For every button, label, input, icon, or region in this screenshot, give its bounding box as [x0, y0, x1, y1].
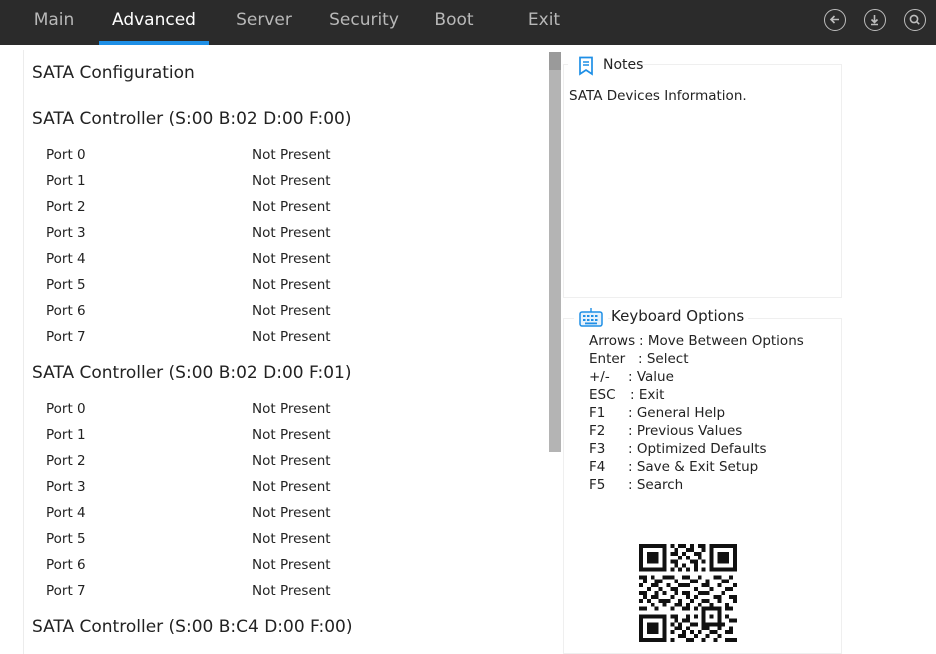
- port-status: Not Present: [252, 225, 331, 241]
- tab-exit[interactable]: Exit: [516, 0, 572, 45]
- port-status: Not Present: [252, 303, 331, 319]
- shortcut-key: Enter: [589, 351, 626, 367]
- shortcut-desc: : Optimized Defaults: [628, 441, 767, 457]
- shortcut-key: +/-: [589, 369, 610, 385]
- port-label: Port 3: [46, 225, 86, 241]
- port-status: Not Present: [252, 251, 331, 267]
- port-status: Not Present: [252, 583, 331, 599]
- tab-boot[interactable]: Boot: [424, 0, 484, 45]
- tab-security[interactable]: Security: [322, 0, 406, 45]
- shortcut-desc: : Select: [638, 351, 689, 367]
- port-label: Port 2: [46, 199, 86, 215]
- shortcut-desc: : Search: [628, 477, 684, 493]
- tab-server[interactable]: Server: [226, 0, 302, 45]
- port-status: Not Present: [252, 277, 331, 293]
- notes-title: Notes: [603, 57, 644, 73]
- shortcut-key: F1: [589, 405, 606, 421]
- shortcut-key: ESC: [589, 387, 616, 403]
- top-menu-bar: Main Advanced Server Security Boot Exit: [0, 0, 936, 45]
- port-status: Not Present: [252, 453, 331, 469]
- port-label: Port 1: [46, 173, 86, 189]
- scrollbar-cap: [549, 52, 561, 70]
- port-label: Port 5: [46, 277, 86, 293]
- shortcut-desc: : Save & Exit Setup: [628, 459, 759, 475]
- port-status: Not Present: [252, 557, 331, 573]
- qr-code: [639, 544, 737, 646]
- controller-title: SATA Controller (S:00 B:C4 D:00 F:00): [32, 617, 353, 637]
- tab-advanced[interactable]: Advanced: [99, 0, 209, 45]
- shortcut-desc: : General Help: [628, 405, 726, 421]
- save-download-icon[interactable]: [864, 9, 886, 31]
- shortcut-desc: : Previous Values: [628, 423, 743, 439]
- port-status: Not Present: [252, 329, 331, 345]
- search-icon[interactable]: [904, 9, 926, 31]
- port-label: Port 6: [46, 557, 86, 573]
- notes-text: SATA Devices Information.: [569, 88, 747, 104]
- port-label: Port 0: [46, 401, 86, 417]
- port-status: Not Present: [252, 173, 331, 189]
- shortcut-desc: : Move Between Options: [639, 333, 804, 349]
- port-status: Not Present: [252, 401, 331, 417]
- port-label: Port 1: [46, 427, 86, 443]
- shortcut-key: F4: [589, 459, 606, 475]
- port-status: Not Present: [252, 147, 331, 163]
- shortcut-desc: : Exit: [630, 387, 665, 403]
- shortcut-key: F5: [589, 477, 606, 493]
- shortcut-desc: : Value: [628, 369, 674, 385]
- port-status: Not Present: [252, 505, 331, 521]
- port-label: Port 5: [46, 531, 86, 547]
- port-label: Port 6: [46, 303, 86, 319]
- controller-title: SATA Controller (S:00 B:02 D:00 F:01): [32, 363, 352, 383]
- port-label: Port 7: [46, 583, 86, 599]
- tab-main[interactable]: Main: [18, 0, 90, 45]
- shortcut-key: F2: [589, 423, 606, 439]
- port-label: Port 4: [46, 251, 86, 267]
- port-status: Not Present: [252, 531, 331, 547]
- port-status: Not Present: [252, 479, 331, 495]
- controller-title: SATA Controller (S:00 B:02 D:00 F:00): [32, 109, 352, 129]
- page-title: SATA Configuration: [32, 63, 195, 83]
- back-icon[interactable]: [824, 9, 846, 31]
- port-label: Port 2: [46, 453, 86, 469]
- shortcut-key: Arrows: [589, 333, 636, 349]
- port-label: Port 4: [46, 505, 86, 521]
- keyboard-icon: [574, 306, 608, 328]
- port-status: Not Present: [252, 427, 331, 443]
- shortcut-key: F3: [589, 441, 606, 457]
- scrollbar-thumb[interactable]: [549, 52, 561, 452]
- port-label: Port 7: [46, 329, 86, 345]
- port-status: Not Present: [252, 199, 331, 215]
- keyboard-options-title: Keyboard Options: [611, 307, 749, 325]
- port-label: Port 3: [46, 479, 86, 495]
- port-label: Port 0: [46, 147, 86, 163]
- sata-configuration-panel: SATA Configuration SATA Controller (S:00…: [23, 50, 547, 654]
